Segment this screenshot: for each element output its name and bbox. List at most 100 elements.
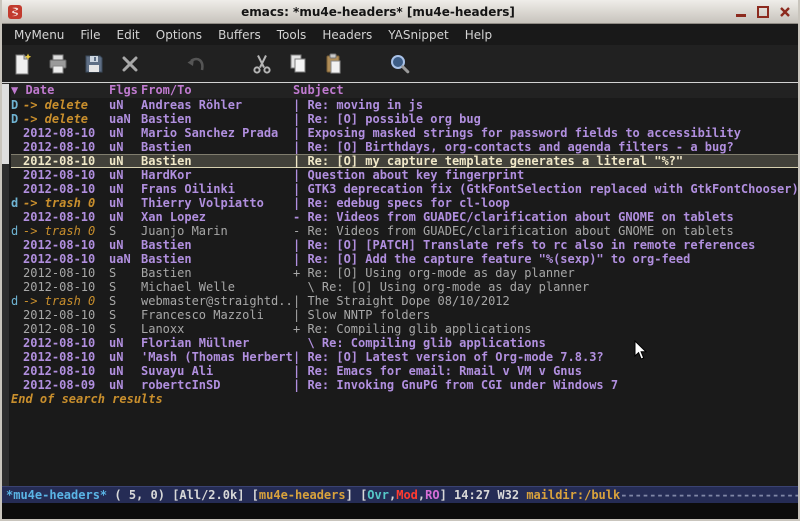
message-row[interactable]: 2012-08-10uNFlorian Müllner \ Re: Compil… bbox=[11, 336, 798, 350]
end-of-search-results: End of search results bbox=[11, 392, 798, 406]
menu-item-edit[interactable]: Edit bbox=[109, 26, 148, 44]
row-flags: S bbox=[109, 280, 141, 294]
row-from: Mario Sanchez Prada bbox=[141, 126, 293, 140]
row-from: Bastien bbox=[141, 112, 293, 126]
message-row[interactable]: 2012-08-10SMichael Welle \ Re: [O] Using… bbox=[11, 280, 798, 294]
message-row[interactable]: d-> trash 0Swebmaster@straightd...| The … bbox=[11, 294, 798, 308]
message-row[interactable]: 2012-08-10uNXan Lopez- Re: Videos from G… bbox=[11, 210, 798, 224]
menu-item-buffers[interactable]: Buffers bbox=[210, 26, 269, 44]
row-subject: | The Straight Dope 08/10/2012 bbox=[293, 294, 798, 308]
scrollbar-thumb[interactable] bbox=[2, 84, 9, 164]
row-date: 2012-08-10 bbox=[23, 238, 109, 252]
row-date: 2012-08-10 bbox=[23, 140, 109, 154]
message-row[interactable]: d-> trash 0uNThierry Volpiatto| Re: edeb… bbox=[11, 196, 798, 210]
menu-item-mymenu[interactable]: MyMenu bbox=[6, 26, 72, 44]
column-header-from[interactable]: From/To bbox=[141, 83, 293, 98]
menu-item-help[interactable]: Help bbox=[457, 26, 500, 44]
row-date: -> trash 0 bbox=[23, 224, 109, 238]
modeline-segment: Ovr bbox=[367, 488, 389, 502]
close-buffer-icon[interactable] bbox=[116, 50, 144, 78]
row-subject: | GTK3 deprecation fix (GtkFontSelection… bbox=[293, 182, 798, 196]
message-row[interactable]: 2012-08-10uNFrans Oilinki| GTK3 deprecat… bbox=[11, 182, 798, 196]
row-marker bbox=[11, 350, 23, 364]
row-subject: | Re: Emacs for email: Rmail v VM v Gnus bbox=[293, 364, 798, 378]
row-flags: S bbox=[109, 322, 141, 336]
row-subject: | Re: edebug specs for cl-loop bbox=[293, 196, 798, 210]
row-marker bbox=[11, 364, 23, 378]
minibuffer[interactable] bbox=[2, 503, 798, 519]
row-date: 2012-08-10 bbox=[23, 168, 109, 182]
row-from: Thierry Volpiatto bbox=[141, 196, 293, 210]
row-flags: uN bbox=[109, 154, 141, 168]
row-marker: d bbox=[11, 196, 23, 210]
row-flags: uN bbox=[109, 98, 141, 112]
message-row[interactable]: 2012-08-10SBastien+ Re: [O] Using org-mo… bbox=[11, 266, 798, 280]
message-row[interactable]: D-> deleteuaNBastien| Re: [O] possible o… bbox=[11, 112, 798, 126]
row-date: -> delete bbox=[23, 112, 109, 126]
message-row[interactable]: 2012-08-10uNBastien| Re: [O] my capture … bbox=[11, 154, 798, 168]
message-row[interactable]: 2012-08-10uNMario Sanchez Prada| Exposin… bbox=[11, 126, 798, 140]
paste-icon[interactable] bbox=[320, 50, 348, 78]
row-from: Lanoxx bbox=[141, 322, 293, 336]
row-flags: uN bbox=[109, 196, 141, 210]
menu-item-headers[interactable]: Headers bbox=[314, 26, 380, 44]
message-row[interactable]: 2012-08-10uNBastien| Re: [O] Birthdays, … bbox=[11, 140, 798, 154]
menu-bar: MyMenuFileEditOptionsBuffersToolsHeaders… bbox=[2, 24, 798, 45]
row-flags: uaN bbox=[109, 252, 141, 266]
minimize-button[interactable] bbox=[733, 5, 749, 19]
row-date: 2012-08-09 bbox=[23, 378, 109, 392]
row-from: Andreas Röhler bbox=[141, 98, 293, 112]
menu-item-yasnippet[interactable]: YASnippet bbox=[380, 26, 457, 44]
message-row[interactable]: D-> deleteuNAndreas Röhler| Re: moving i… bbox=[11, 98, 798, 112]
close-button[interactable] bbox=[777, 5, 793, 19]
message-row[interactable]: 2012-08-10SFrancesco Mazzoli| Slow NNTP … bbox=[11, 308, 798, 322]
menu-item-file[interactable]: File bbox=[72, 26, 108, 44]
row-from: Bastien bbox=[141, 238, 293, 252]
menu-item-options[interactable]: Options bbox=[148, 26, 210, 44]
row-marker bbox=[11, 210, 23, 224]
column-header-subject[interactable]: Subject bbox=[293, 83, 798, 98]
modeline-segment: W32 bbox=[497, 488, 526, 502]
message-row[interactable]: 2012-08-10SLanoxx+ Re: Compiling glib ap… bbox=[11, 322, 798, 336]
undo-icon bbox=[182, 50, 210, 78]
modeline-segment: RO bbox=[425, 488, 439, 502]
message-row[interactable]: 2012-08-10uNBastien| Re: [O] [PATCH] Tra… bbox=[11, 238, 798, 252]
message-row[interactable]: 2012-08-10uN'Mash (Thomas Herbert)| Re: … bbox=[11, 350, 798, 364]
window-title: emacs: *mu4e-headers* [mu4e-headers] bbox=[23, 5, 733, 19]
row-marker bbox=[11, 238, 23, 252]
header-line: ▼ Date Flgs From/To Subject bbox=[11, 83, 798, 98]
message-row[interactable]: 2012-08-10uaNBastien| Re: [O] Add the ca… bbox=[11, 252, 798, 266]
row-date: 2012-08-10 bbox=[23, 364, 109, 378]
message-row[interactable]: 2012-08-10uNSuvayu Ali| Re: Emacs for em… bbox=[11, 364, 798, 378]
modeline-segment: [All/2.0k] bbox=[172, 488, 251, 502]
row-flags: uN bbox=[109, 140, 141, 154]
copy-icon[interactable] bbox=[284, 50, 312, 78]
maximize-button[interactable] bbox=[755, 5, 771, 19]
row-from: Bastien bbox=[141, 266, 293, 280]
row-date: 2012-08-10 bbox=[23, 182, 109, 196]
column-header-date[interactable]: ▼ Date bbox=[11, 83, 109, 98]
modeline-segment: ] bbox=[346, 488, 360, 502]
menu-item-tools[interactable]: Tools bbox=[269, 26, 315, 44]
message-row[interactable]: 2012-08-10uNHardKor| Question about key … bbox=[11, 168, 798, 182]
row-from: 'Mash (Thomas Herbert) bbox=[141, 350, 293, 364]
new-file-icon[interactable] bbox=[8, 50, 36, 78]
row-flags: S bbox=[109, 294, 141, 308]
print-icon[interactable] bbox=[44, 50, 72, 78]
tool-bar bbox=[2, 45, 798, 82]
row-from: Xan Lopez bbox=[141, 210, 293, 224]
cut-icon[interactable] bbox=[248, 50, 276, 78]
column-header-flags[interactable]: Flgs bbox=[109, 83, 141, 98]
row-from: Juanjo Marin bbox=[141, 224, 293, 238]
row-date: 2012-08-10 bbox=[23, 322, 109, 336]
message-row[interactable]: d-> trash 0SJuanjo Marin- Re: Videos fro… bbox=[11, 224, 798, 238]
emacs-app-icon bbox=[7, 4, 23, 20]
row-date: 2012-08-10 bbox=[23, 154, 109, 168]
row-marker bbox=[11, 378, 23, 392]
save-icon[interactable] bbox=[80, 50, 108, 78]
modeline-segment: ] bbox=[440, 488, 454, 502]
scrollbar[interactable] bbox=[2, 83, 9, 486]
message-row[interactable]: 2012-08-09uNrobertcInSD| Re: Invoking Gn… bbox=[11, 378, 798, 392]
search-icon[interactable] bbox=[386, 50, 414, 78]
row-marker bbox=[11, 336, 23, 350]
